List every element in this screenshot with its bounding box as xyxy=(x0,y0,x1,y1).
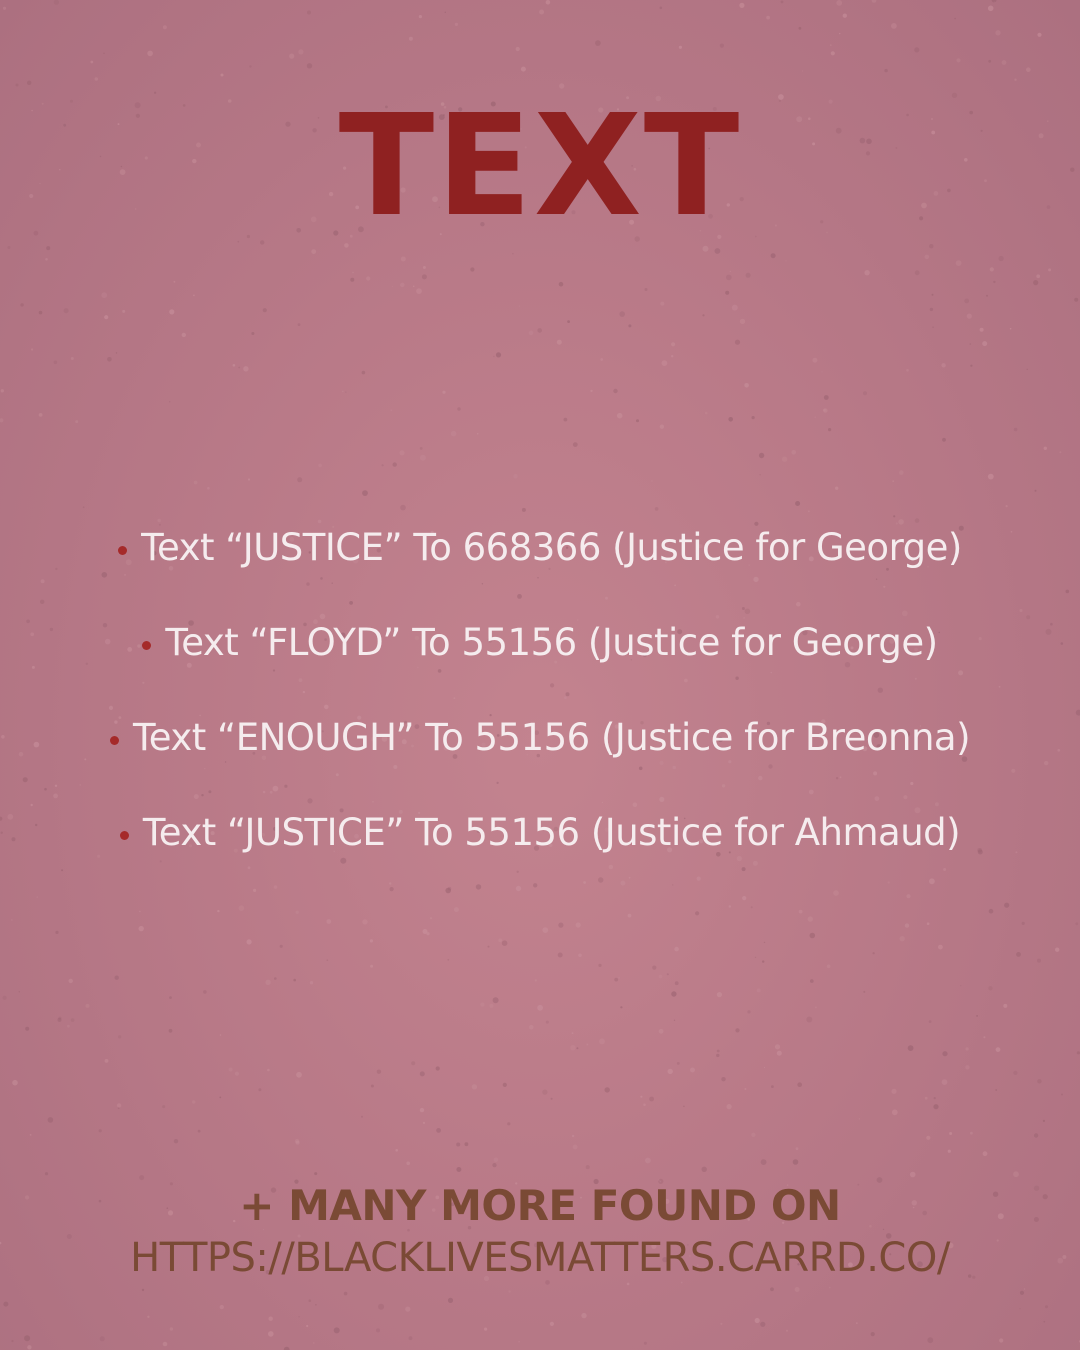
bullet-icon xyxy=(109,736,119,745)
footer-link-url: HTTPS://BLACKLIVESMATTERS.CARRD.CO/ xyxy=(130,1235,950,1281)
bullet-icon xyxy=(142,641,152,650)
footer: + MANY MORE FOUND ON HTTPS://BLACKLIVESM… xyxy=(0,1180,1080,1284)
list-item: Text “ENOUGH” To 55156 (Justice for Breo… xyxy=(0,690,1080,785)
bullet-icon xyxy=(119,831,129,840)
footer-more-label: + MANY MORE FOUND ON xyxy=(239,1181,841,1230)
list-item-text: Text “FLOYD” To 55156 (Justice for Georg… xyxy=(165,621,938,664)
text-campaign-list: Text “JUSTICE” To 668366 (Justice for Ge… xyxy=(0,500,1080,880)
list-item: Text “JUSTICE” To 668366 (Justice for Ge… xyxy=(0,500,1080,595)
page-title: TEXT xyxy=(338,85,742,248)
list-item-text: Text “JUSTICE” To 668366 (Justice for Ge… xyxy=(141,526,962,569)
bullet-icon xyxy=(118,546,128,555)
list-item-text: Text “JUSTICE” To 55156 (Justice for Ahm… xyxy=(142,811,961,854)
list-item-text: Text “ENOUGH” To 55156 (Justice for Breo… xyxy=(132,716,971,759)
list-item: Text “FLOYD” To 55156 (Justice for Georg… xyxy=(0,595,1080,690)
list-item: Text “JUSTICE” To 55156 (Justice for Ahm… xyxy=(0,785,1080,880)
